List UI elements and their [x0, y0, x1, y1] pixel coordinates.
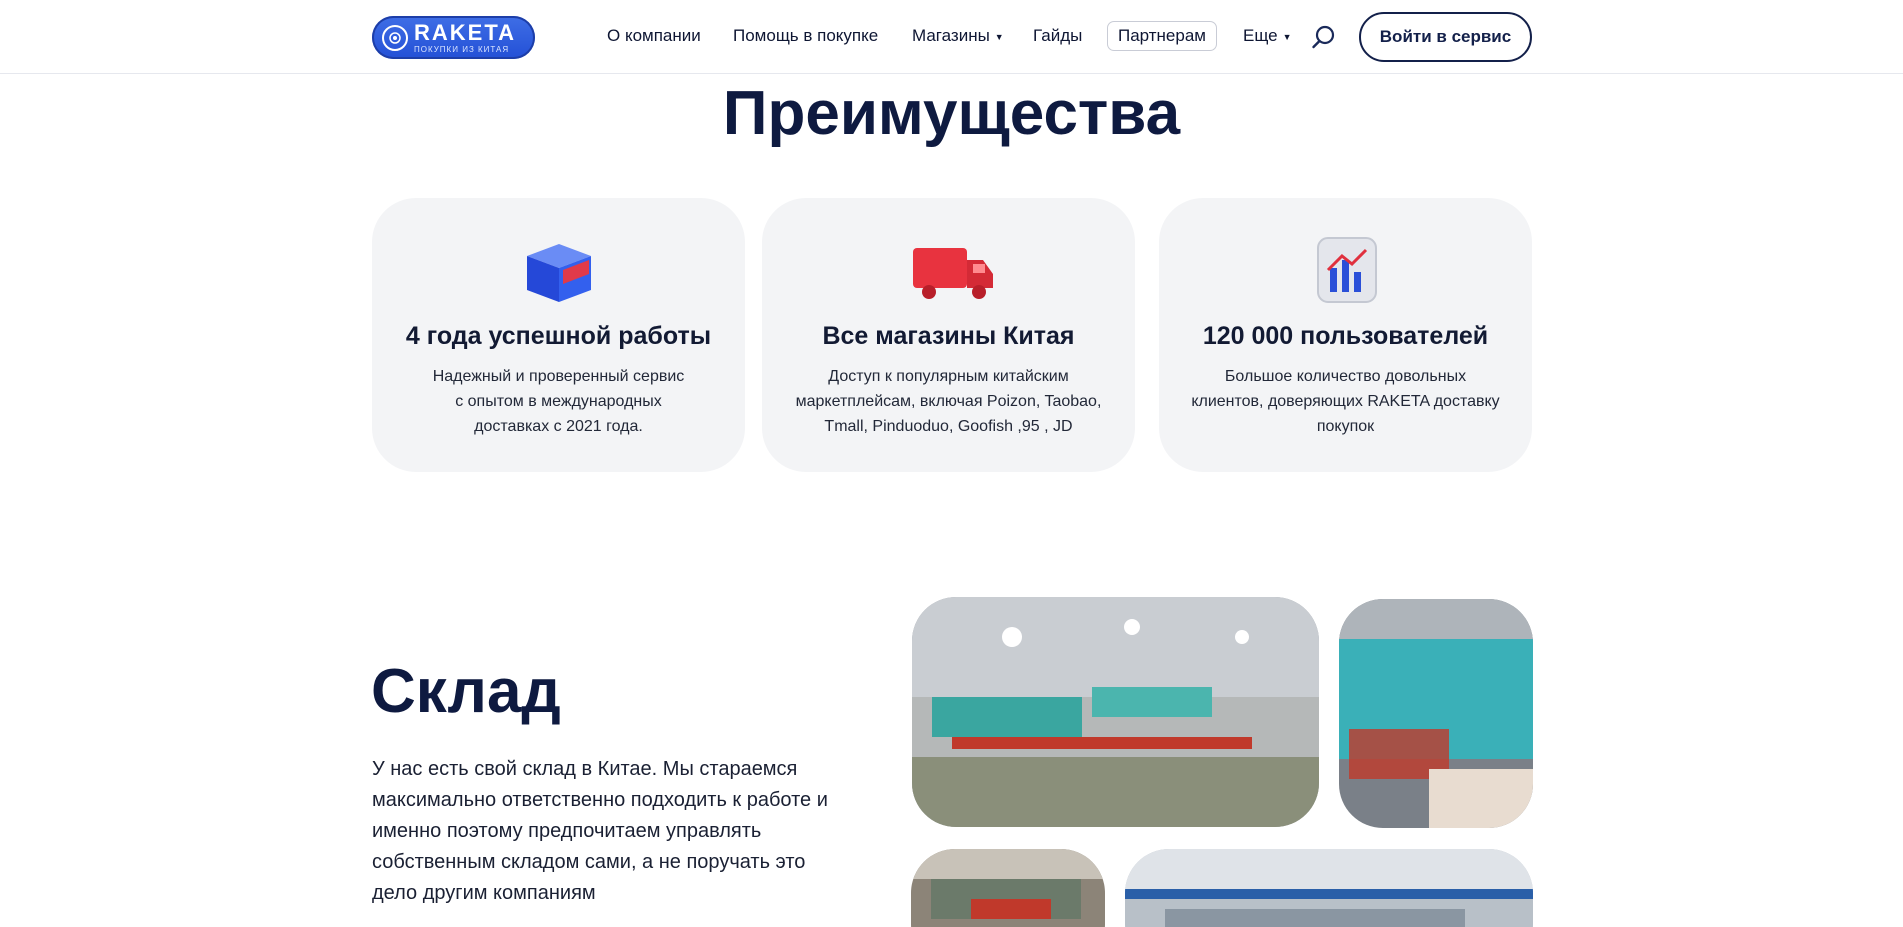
advantages-title: Преимущества [722, 79, 1181, 148]
nav-more-label: Еще [1243, 26, 1278, 45]
nav-help[interactable]: Помощь в покупке [733, 24, 878, 48]
card-title: 120 000 пользователей [1202, 322, 1489, 350]
card-text: Большое количество довольных клиентов, д… [1191, 364, 1499, 439]
card-text-line: Tmall, Pinduoduo, Goofish ,95 , JD [824, 418, 1073, 435]
search-icon[interactable] [1310, 23, 1338, 51]
advantage-card: 4 года успешной работы Надежный и провер… [372, 198, 745, 472]
card-title: Все магазины Китая [822, 322, 1075, 350]
card-text-line: Надежный и проверенный сервис [432, 368, 685, 385]
warehouse-photo [1125, 849, 1533, 927]
logo-tagline: ПОКУПКИ ИЗ КИТАЯ [414, 44, 510, 54]
card-text-line: покупок [1316, 418, 1375, 435]
nav-shops[interactable]: Магазины ▼ [912, 24, 1004, 49]
logo[interactable]: RAKETA ПОКУПКИ ИЗ КИТАЯ [372, 16, 535, 59]
card-text-line: Доступ к популярным китайским [828, 368, 1069, 385]
caret-down-icon: ▼ [1282, 31, 1292, 42]
nav-partners[interactable]: Партнерам [1107, 21, 1217, 51]
box-icon [519, 234, 599, 306]
nav-about[interactable]: О компании [607, 24, 701, 48]
card-text-line: Большое количество довольных [1224, 368, 1467, 385]
card-text-line: с опытом в международных [455, 393, 662, 410]
nav-more[interactable]: Еще ▼ [1243, 24, 1292, 49]
logo-name: RAKETA [414, 19, 517, 45]
site-header: RAKETA ПОКУПКИ ИЗ КИТАЯ О компании Помощ… [0, 0, 1903, 74]
login-button[interactable]: Войти в сервис [1359, 12, 1532, 62]
warehouse-photo [912, 597, 1319, 827]
advantage-card: 120 000 пользователей Большое количество… [1159, 198, 1532, 472]
caret-down-icon: ▼ [994, 31, 1004, 42]
warehouse-photo [1339, 599, 1533, 828]
nav-guides[interactable]: Гайды [1033, 24, 1082, 48]
card-text-line: маркетплейсам, включая Poizon, Taobao, [795, 393, 1102, 410]
chart-icon [1306, 234, 1386, 306]
truck-icon [909, 234, 993, 306]
card-text-line: клиентов, доверяющих RAKETA доставку [1191, 393, 1500, 410]
warehouse-title: Склад [371, 657, 561, 726]
logo-icon [382, 24, 408, 51]
warehouse-photo [911, 849, 1105, 927]
card-text: Надежный и проверенный сервис с опытом в… [433, 364, 685, 439]
card-text: Доступ к популярным китайским маркетплей… [796, 364, 1102, 439]
warehouse-description: У нас есть свой склад в Китае. Мы старае… [372, 758, 828, 904]
advantage-card: Все магазины Китая Доступ к популярным к… [762, 198, 1135, 472]
card-title: 4 года успешной работы [405, 322, 712, 350]
nav-shops-label: Магазины [912, 26, 990, 45]
card-text-line: доставках с 2021 года. [474, 418, 643, 435]
